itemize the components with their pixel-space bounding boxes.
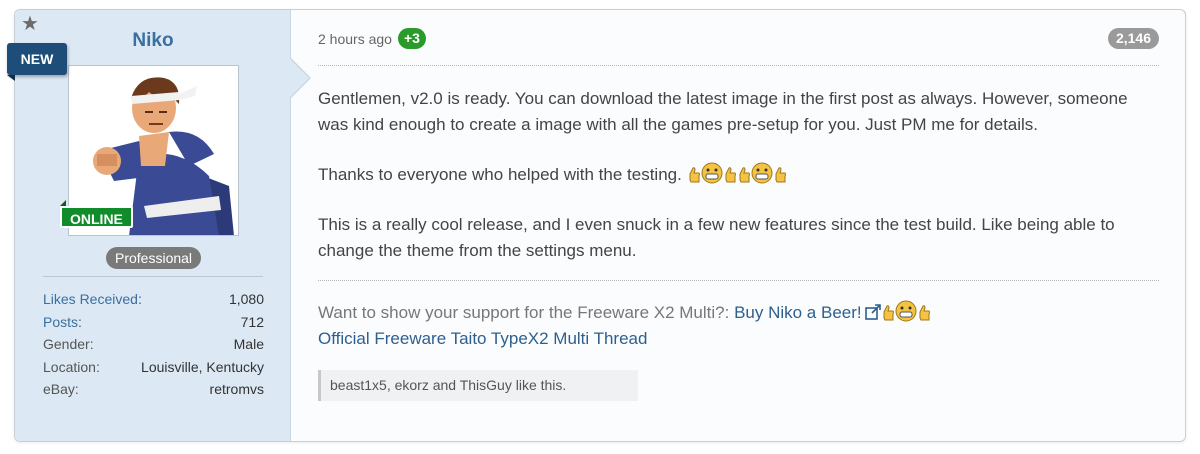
stat-value: retromvs [209, 381, 264, 397]
thumbs-up-icon [723, 166, 737, 192]
stat-key-link[interactable]: Likes Received [43, 288, 142, 311]
post-timestamp[interactable]: 2 hours ago [318, 31, 392, 47]
post-number-badge[interactable]: 2,146 [1107, 28, 1159, 49]
thumbs-up-icon [773, 166, 787, 192]
post-paragraph: Gentlemen, v2.0 is ready. You can downlo… [318, 89, 1128, 134]
signature-thread-line: Official Freeware Taito TypeX2 Multi Thr… [318, 326, 647, 352]
stat-value: Male [233, 336, 264, 352]
user-stats: Likes Received 1,080 Posts 712 Gender Ma… [43, 288, 264, 401]
thumbs-up-icon [917, 304, 931, 330]
stat-posts: Posts 712 [43, 311, 264, 334]
stat-key-link[interactable]: Posts [43, 311, 82, 334]
new-member-ribbon: NEW [7, 43, 67, 81]
signature-divider [318, 280, 1159, 281]
stat-value: Louisville, Kentucky [141, 358, 264, 375]
thread-link[interactable]: Official Freeware Taito TypeX2 Multi Thr… [318, 329, 647, 348]
divider [43, 276, 263, 277]
stat-value: 1,080 [228, 291, 264, 307]
reaction-score-badge[interactable]: +3 [397, 28, 426, 49]
thumbs-up-icon [737, 166, 751, 192]
stat-value: 712 [240, 313, 264, 330]
forum-post: ★ Niko ONLINE Professional Likes Receive… [7, 9, 1186, 442]
stat-key: Location [43, 356, 100, 379]
grin-face-icon [895, 300, 917, 330]
stat-location: Location Louisville, Kentucky [43, 356, 264, 379]
post-meta: 2 hours ago +3 [318, 28, 426, 49]
stat-gender: Gender Male [43, 333, 264, 356]
stat-likes-received: Likes Received 1,080 [43, 288, 264, 311]
user-title-badge: Professional [106, 247, 202, 269]
grin-face-icon [701, 162, 723, 192]
stat-ebay: eBay retromvs [43, 378, 264, 401]
stat-key: Gender [43, 333, 94, 356]
divider [318, 65, 1159, 66]
thumbs-up-icon [881, 304, 895, 330]
grin-face-icon [751, 162, 773, 192]
post-paragraph-text: Thanks to everyone who helped with the t… [318, 165, 682, 184]
online-status-badge: ONLINE [60, 200, 133, 228]
stat-key: eBay [43, 378, 79, 401]
post-paragraph: This is a really cool release, and I eve… [318, 215, 1115, 260]
external-link-icon[interactable] [864, 302, 881, 328]
speech-arrow-inner [290, 59, 309, 97]
post-paragraph: Thanks to everyone who helped with the t… [318, 162, 1160, 192]
likes-summary[interactable]: beast1x5, ekorz and ThisGuy like this. [318, 370, 638, 401]
signature-text: Want to show your support for the Freewa… [318, 303, 735, 322]
buy-beer-link[interactable]: Buy Niko a Beer! [734, 303, 862, 322]
post-content: 2 hours ago +3 2,146 Gentlemen, v2.0 is … [318, 10, 1159, 441]
thumbs-up-icon [687, 166, 701, 192]
